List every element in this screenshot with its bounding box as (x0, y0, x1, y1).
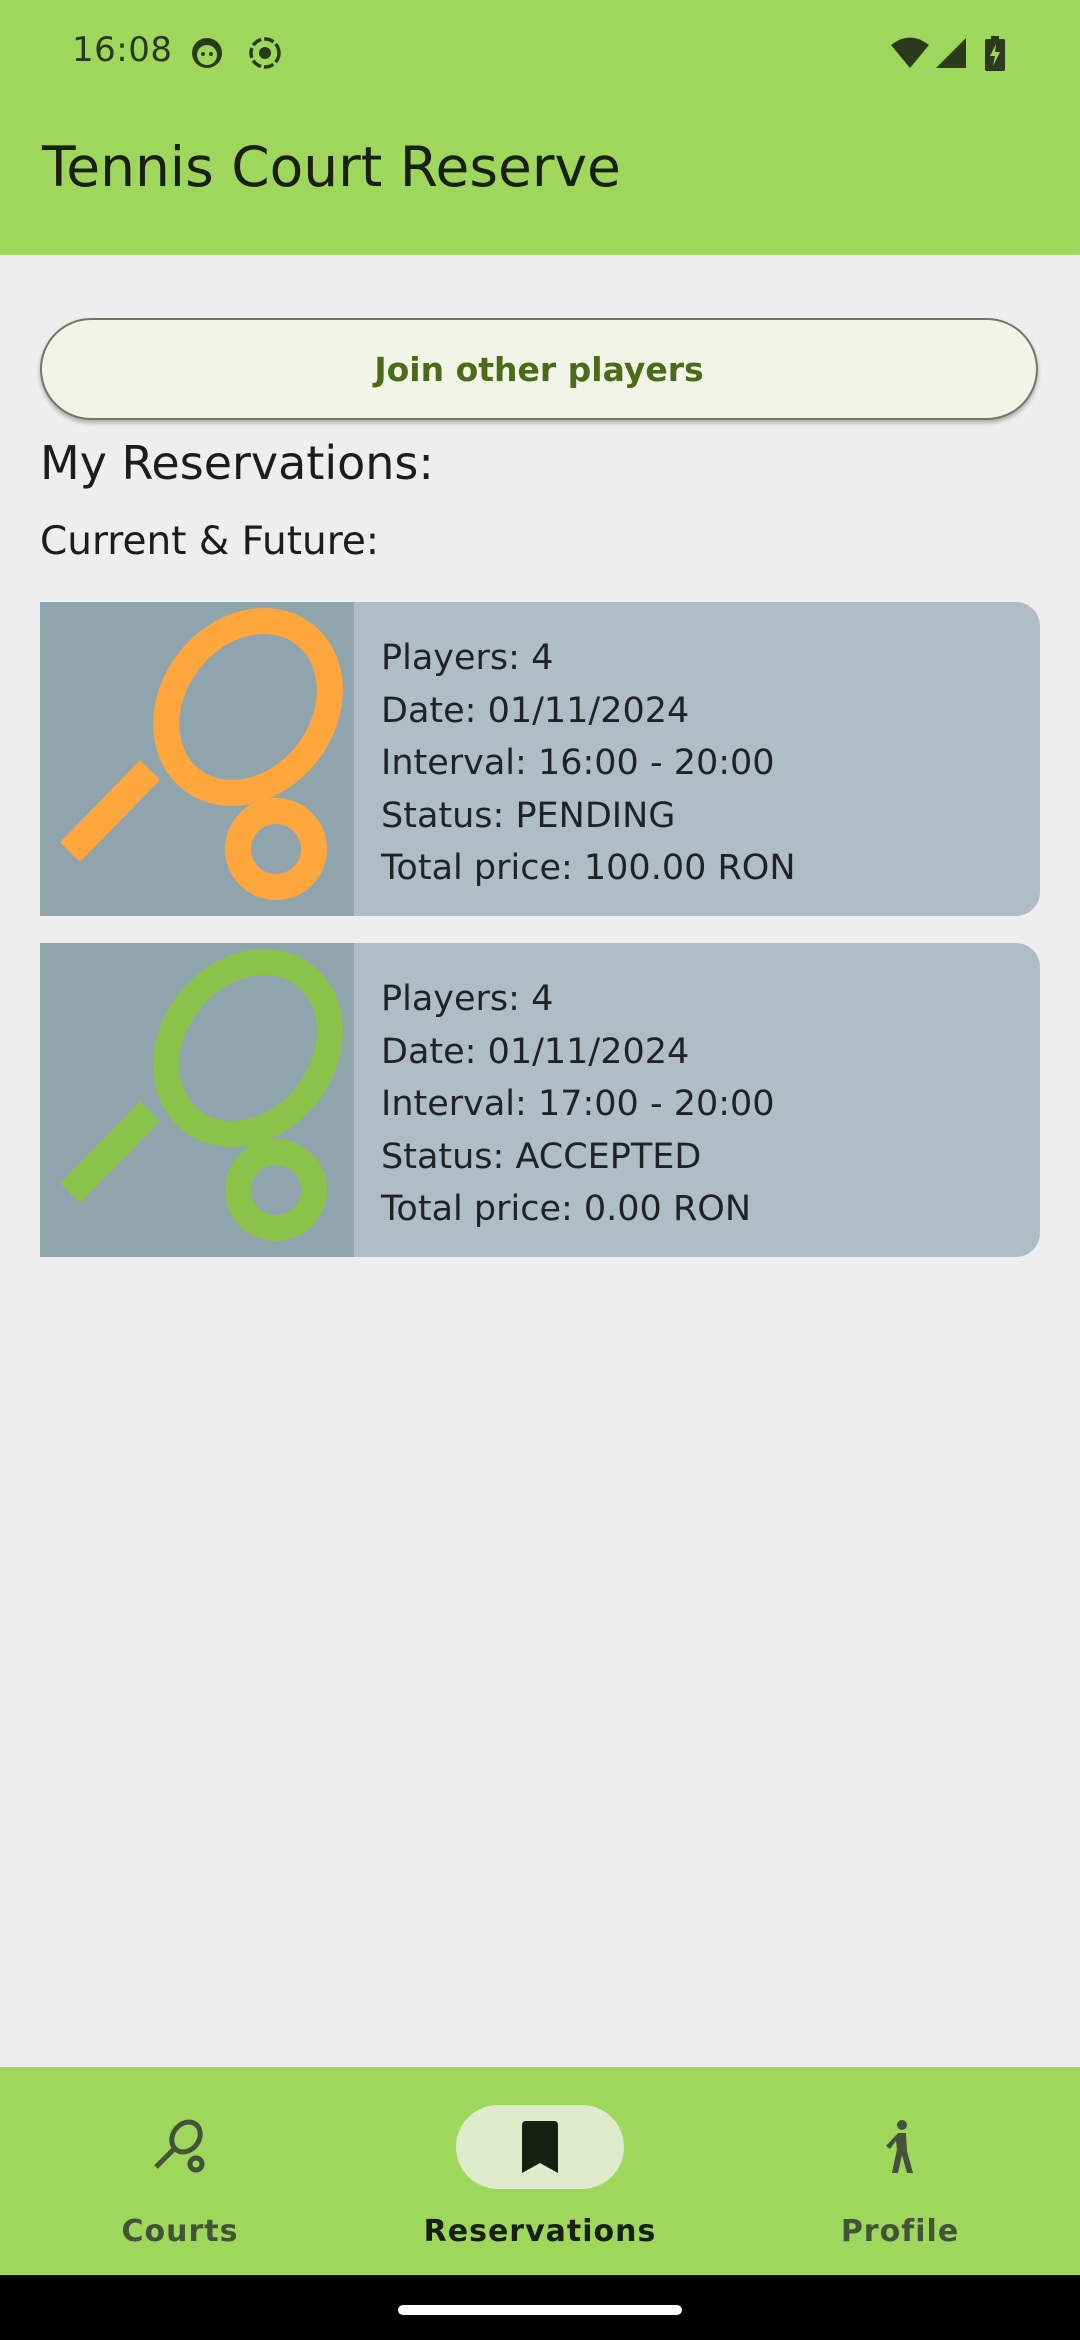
bottom-navigation: Courts Reservations Profile (0, 2067, 1080, 2275)
nav-item-profile[interactable]: Profile (720, 2067, 1080, 2275)
nav-label-courts: Courts (121, 2214, 239, 2249)
reservation-details: Players: 4 Date: 01/11/2024 Interval: 16… (381, 632, 796, 895)
reservation-card[interactable]: Players: 4 Date: 01/11/2024 Interval: 17… (40, 943, 1040, 1257)
price-text: Total price: 100.00 RON (381, 848, 796, 888)
battery-charging-icon (984, 36, 1006, 76)
status-time: 16:08 (72, 30, 173, 70)
wifi-icon (890, 36, 930, 74)
date-text: Date: 01/11/2024 (381, 690, 690, 731)
nav-item-courts[interactable]: Courts (0, 2067, 360, 2275)
nav-label-profile: Profile (840, 2214, 960, 2249)
tennis-racket-ball-icon (40, 943, 354, 1257)
players-text: Players: 4 (381, 979, 554, 1019)
tennis-racket-ball-icon (40, 602, 354, 916)
home-gesture-handle[interactable] (398, 2305, 682, 2315)
cell-signal-icon (934, 36, 968, 74)
record-icon (248, 36, 282, 74)
status-text: Status: ACCEPTED (381, 1136, 702, 1177)
status-bar: 16:08 (0, 0, 1080, 110)
interval-text: Interval: 16:00 - 20:00 (381, 743, 775, 783)
status-text: Status: PENDING (381, 795, 676, 836)
players-text: Players: 4 (381, 638, 554, 678)
system-navigation-bar (0, 2275, 1080, 2340)
reservation-details: Players: 4 Date: 01/11/2024 Interval: 17… (381, 973, 775, 1236)
date-text: Date: 01/11/2024 (381, 1031, 690, 1072)
nav-item-reservations[interactable]: Reservations (360, 2067, 720, 2275)
app-header: 16:08 Tennis Court Reserve (0, 0, 1080, 255)
bookmark-icon (510, 2117, 570, 2177)
face-icon (190, 36, 224, 74)
app-title: Tennis Court Reserve (42, 135, 621, 199)
price-text: Total price: 0.00 RON (381, 1189, 751, 1229)
nav-label-reservations: Reservations (423, 2214, 657, 2249)
current-future-heading: Current & Future: (40, 519, 380, 564)
join-other-players-button[interactable]: Join other players (40, 318, 1038, 420)
interval-text: Interval: 17:00 - 20:00 (381, 1084, 775, 1124)
tennis-racket-icon (150, 2117, 210, 2177)
reservation-card[interactable]: Players: 4 Date: 01/11/2024 Interval: 16… (40, 602, 1040, 916)
my-reservations-heading: My Reservations: (40, 436, 434, 490)
person-walking-icon (870, 2117, 930, 2177)
